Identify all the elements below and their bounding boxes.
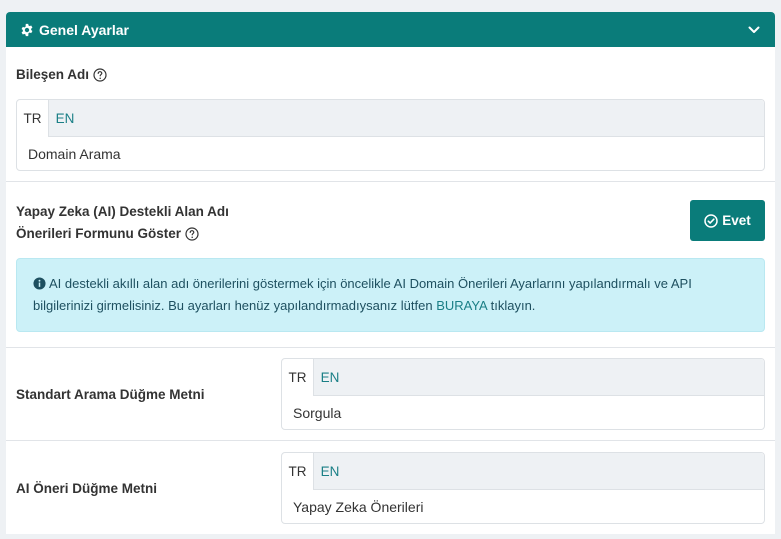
info-circle-icon xyxy=(33,277,46,290)
tab-en[interactable]: EN xyxy=(49,100,81,137)
ai-form-label-line1: Yapay Zeka (AI) Destekli Alan Adı xyxy=(16,204,229,219)
component-name-input[interactable]: Domain Arama xyxy=(17,137,764,170)
panel-header[interactable]: Genel Ayarlar xyxy=(6,12,775,47)
standard-button-input[interactable]: Sorgula xyxy=(282,396,764,429)
question-circle-icon[interactable] xyxy=(93,67,107,82)
tab-tr[interactable]: TR xyxy=(17,100,49,137)
component-name-label-text: Bileşen Adı xyxy=(16,67,90,82)
ai-form-label-line2: Önerileri Formunu Göster xyxy=(16,226,182,241)
ai-button-field: TR EN Yapay Zeka Önerileri xyxy=(281,452,765,524)
tab-en[interactable]: EN xyxy=(314,359,346,396)
panel-title: Genel Ayarlar xyxy=(39,21,130,38)
alert-text: AI destekli akıllı alan adı önerilerini … xyxy=(33,276,692,313)
component-name-label: Bileşen Adı xyxy=(16,67,107,82)
divider xyxy=(6,181,775,182)
chevron-down-icon[interactable] xyxy=(747,23,761,37)
component-name-field: TR EN Domain Arama xyxy=(16,99,765,171)
alert-text-end: tıklayın. xyxy=(487,298,536,313)
divider xyxy=(6,440,775,441)
standard-button-label-text: Standart Arama Düğme Metni xyxy=(16,387,205,402)
ai-form-toggle-button[interactable]: Evet xyxy=(690,200,765,241)
tab-en[interactable]: EN xyxy=(314,453,346,490)
ai-form-label: Yapay Zeka (AI) Destekli Alan Adı Öneril… xyxy=(16,201,229,245)
ai-button-label-text: AI Öneri Düğme Metni xyxy=(16,481,158,496)
question-circle-icon[interactable] xyxy=(185,227,199,241)
standard-button-label: Standart Arama Düğme Metni xyxy=(16,387,205,402)
ai-form-label-line2-row: Önerileri Formunu Göster xyxy=(16,223,229,245)
alert-link[interactable]: BURAYA xyxy=(436,298,487,313)
ai-button-input[interactable]: Yapay Zeka Önerileri xyxy=(282,490,764,523)
info-alert: AI destekli akıllı alan adı önerilerini … xyxy=(16,258,765,332)
language-tabs: TR EN xyxy=(282,359,764,396)
ai-form-toggle-label: Evet xyxy=(722,213,751,228)
language-tabs: TR EN xyxy=(17,100,764,137)
language-tabs: TR EN xyxy=(282,453,764,490)
check-circle-icon xyxy=(704,213,718,228)
standard-button-field: TR EN Sorgula xyxy=(281,358,765,430)
ai-button-label: AI Öneri Düğme Metni xyxy=(16,481,157,496)
gear-icon xyxy=(20,23,34,37)
divider xyxy=(6,347,775,348)
tab-tr[interactable]: TR xyxy=(282,359,314,396)
settings-panel: Genel Ayarlar Bileşen Adı TR EN Domain A… xyxy=(6,12,775,534)
tab-tr[interactable]: TR xyxy=(282,453,314,490)
